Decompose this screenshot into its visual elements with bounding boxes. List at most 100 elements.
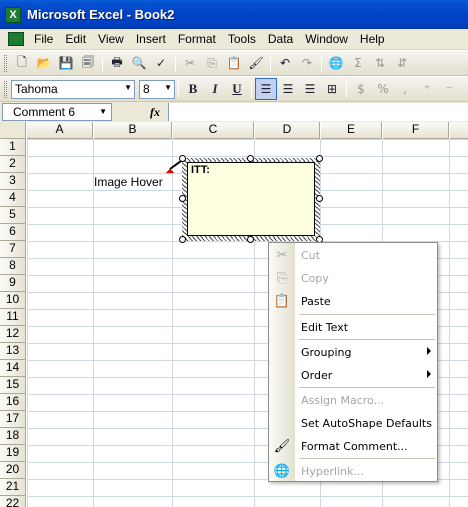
menu-item-paste[interactable]: 📋 Paste bbox=[269, 290, 437, 312]
menu-item-set-autoshape-defaults[interactable]: Set AutoShape Defaults bbox=[269, 412, 437, 434]
hyperlink-toolbar-icon[interactable]: 🌐 bbox=[325, 52, 347, 74]
column-header-f[interactable]: F bbox=[383, 122, 449, 139]
select-all-corner[interactable] bbox=[0, 122, 26, 139]
menu-item-assign-macro[interactable]: Assign Macro... bbox=[269, 389, 437, 411]
row-header[interactable]: 22 bbox=[0, 496, 26, 507]
column-header-b[interactable]: B bbox=[94, 122, 172, 139]
comment-box[interactable]: ITT: bbox=[187, 162, 315, 236]
chevron-down-icon[interactable]: ▼ bbox=[99, 107, 107, 116]
undo-icon[interactable]: ↶ bbox=[274, 52, 296, 74]
menu-item-edit-text[interactable]: Edit Text bbox=[269, 316, 437, 338]
menu-data[interactable]: Data bbox=[262, 32, 299, 46]
excel-icon[interactable]: X bbox=[5, 6, 21, 23]
row-header[interactable]: 12 bbox=[0, 326, 26, 343]
resize-handle[interactable] bbox=[179, 195, 186, 202]
new-icon[interactable]: 🗋 bbox=[11, 52, 33, 74]
font-size-combo[interactable]: 8 ▼ bbox=[139, 79, 175, 99]
decrease-decimal-icon[interactable]: ⁻ bbox=[438, 78, 460, 100]
row-header[interactable]: 21 bbox=[0, 479, 26, 496]
permission-icon[interactable]: 🗐 bbox=[77, 52, 99, 74]
menu-item-order[interactable]: Order bbox=[269, 364, 437, 386]
resize-handle[interactable] bbox=[247, 155, 254, 162]
bold-button[interactable]: B bbox=[182, 78, 204, 100]
row-header[interactable]: 2 bbox=[0, 156, 26, 173]
align-left-icon[interactable]: ☰ bbox=[255, 78, 277, 100]
resize-handle[interactable] bbox=[247, 236, 254, 243]
menu-item-cut[interactable]: ✂ Cut bbox=[269, 244, 437, 266]
menu-window[interactable]: Window bbox=[299, 32, 354, 46]
row-header[interactable]: 10 bbox=[0, 292, 26, 309]
row-header[interactable]: 4 bbox=[0, 190, 26, 207]
column-header-a[interactable]: A bbox=[27, 122, 93, 139]
currency-icon[interactable]: $ bbox=[350, 78, 372, 100]
percent-icon[interactable]: % bbox=[372, 78, 394, 100]
row-header[interactable]: 6 bbox=[0, 224, 26, 241]
insert-function-icon[interactable]: fx bbox=[150, 105, 160, 120]
menu-help[interactable]: Help bbox=[354, 32, 391, 46]
menu-insert[interactable]: Insert bbox=[130, 32, 172, 46]
paste-icon[interactable]: 📋 bbox=[223, 52, 245, 74]
row-header[interactable]: 3 bbox=[0, 173, 26, 190]
italic-button[interactable]: I bbox=[204, 78, 226, 100]
menu-file[interactable]: File bbox=[28, 32, 59, 46]
resize-handle[interactable] bbox=[316, 155, 323, 162]
copy-icon[interactable]: ⎘ bbox=[201, 52, 223, 74]
menu-item-format-comment[interactable]: 🖌 Format Comment... bbox=[269, 435, 437, 457]
row-header[interactable]: 7 bbox=[0, 241, 26, 258]
menu-item-grouping[interactable]: Grouping bbox=[269, 341, 437, 363]
menu-view[interactable]: View bbox=[92, 32, 130, 46]
resize-handle[interactable] bbox=[179, 236, 186, 243]
menu-format[interactable]: Format bbox=[172, 32, 222, 46]
menu-item-copy[interactable]: ⎘ Copy bbox=[269, 267, 437, 289]
row-header[interactable]: 15 bbox=[0, 377, 26, 394]
menu-item-hyperlink[interactable]: 🌐 Hyperlink... bbox=[269, 460, 437, 482]
toolbar-grip[interactable] bbox=[4, 80, 7, 98]
comma-style-icon[interactable]: , bbox=[394, 78, 416, 100]
row-header[interactable]: 20 bbox=[0, 462, 26, 479]
autosum-icon[interactable]: Σ bbox=[347, 52, 369, 74]
align-center-icon[interactable]: ☰ bbox=[277, 78, 299, 100]
row-header[interactable]: 16 bbox=[0, 394, 26, 411]
chevron-down-icon[interactable]: ▼ bbox=[124, 83, 132, 92]
column-header-d[interactable]: D bbox=[255, 122, 320, 139]
column-header-c[interactable]: C bbox=[173, 122, 254, 139]
cell-b3[interactable]: Image Hover bbox=[94, 175, 163, 189]
row-header[interactable]: 5 bbox=[0, 207, 26, 224]
increase-decimal-icon[interactable]: ⁺ bbox=[416, 78, 438, 100]
chevron-down-icon[interactable]: ▼ bbox=[164, 83, 172, 92]
resize-handle[interactable] bbox=[179, 155, 186, 162]
name-box[interactable]: Comment 6 ▼ bbox=[2, 103, 112, 121]
sort-ascending-icon[interactable]: ⇅ bbox=[369, 52, 391, 74]
menu-tools[interactable]: Tools bbox=[222, 32, 262, 46]
print-preview-icon[interactable]: 🔍 bbox=[128, 52, 150, 74]
cut-icon[interactable]: ✂ bbox=[179, 52, 201, 74]
menu-edit[interactable]: Edit bbox=[59, 32, 92, 46]
underline-button[interactable]: U bbox=[226, 78, 248, 100]
row-header[interactable]: 18 bbox=[0, 428, 26, 445]
row-header[interactable]: 11 bbox=[0, 309, 26, 326]
align-right-icon[interactable]: ☰ bbox=[299, 78, 321, 100]
formula-input[interactable] bbox=[168, 103, 468, 121]
save-icon[interactable]: 💾 bbox=[55, 52, 77, 74]
row-header[interactable]: 17 bbox=[0, 411, 26, 428]
row-header[interactable]: 1 bbox=[0, 139, 26, 156]
open-icon[interactable]: 📂 bbox=[33, 52, 55, 74]
toolbar-grip[interactable] bbox=[4, 54, 7, 72]
row-header[interactable]: 8 bbox=[0, 258, 26, 275]
row-header[interactable]: 13 bbox=[0, 343, 26, 360]
row-header[interactable]: 14 bbox=[0, 360, 26, 377]
sort-descending-icon[interactable]: ⇵ bbox=[391, 52, 413, 74]
redo-icon[interactable]: ↷ bbox=[296, 52, 318, 74]
row-header[interactable]: 19 bbox=[0, 445, 26, 462]
resize-handle[interactable] bbox=[316, 195, 323, 202]
workbook-icon[interactable] bbox=[8, 32, 24, 46]
print-icon[interactable]: 🖶 bbox=[106, 52, 128, 74]
merge-center-icon[interactable]: ⊞ bbox=[321, 78, 343, 100]
row-header[interactable]: 9 bbox=[0, 275, 26, 292]
comment-text[interactable]: ITT: bbox=[191, 164, 210, 176]
column-header-e[interactable]: E bbox=[321, 122, 382, 139]
column-header-g[interactable] bbox=[450, 122, 468, 139]
spelling-icon[interactable]: ✓ bbox=[150, 52, 172, 74]
font-name-combo[interactable]: Tahoma ▼ bbox=[11, 79, 135, 99]
format-painter-icon[interactable]: 🖌 bbox=[245, 52, 267, 74]
